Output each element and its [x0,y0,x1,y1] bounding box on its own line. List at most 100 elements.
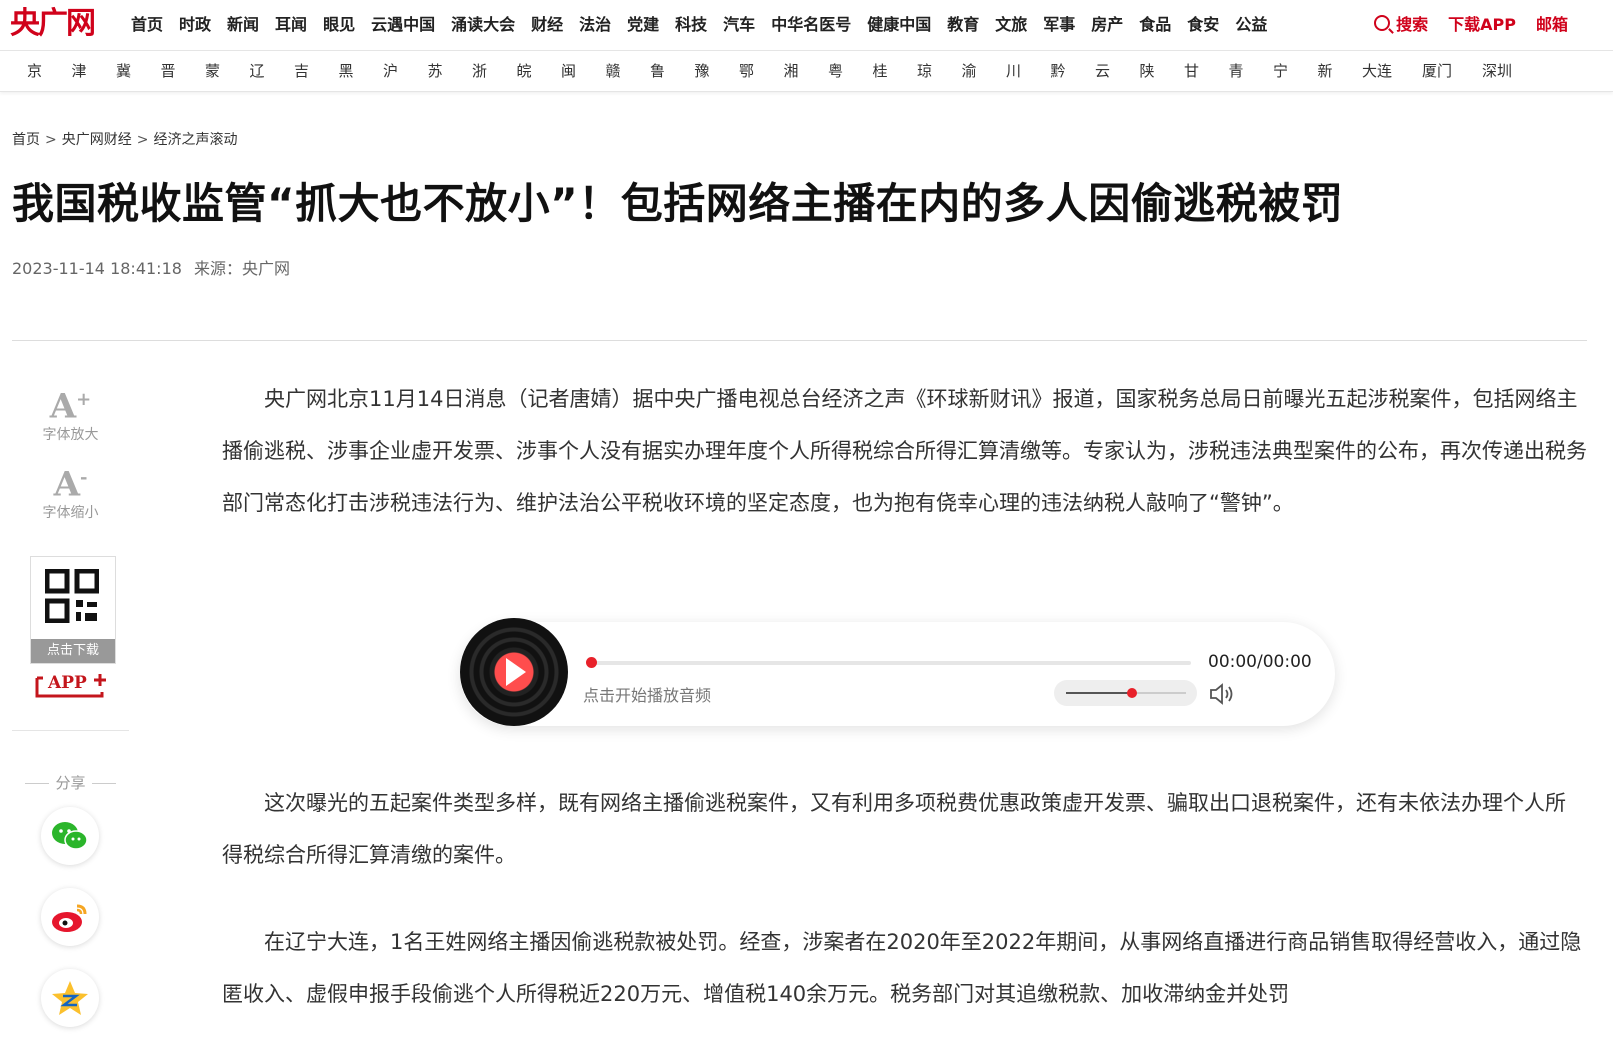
nav-item[interactable]: 首页 [131,14,163,36]
nav-item[interactable]: 公益 [1235,14,1267,36]
top-nav: 央广网 首页 时政 新闻 耳闻 眼见 云遇中国 涌读大会 财经 法治 党建 科技 汽车 中华名医号 健康中… [0,0,1613,50]
qzone-icon [52,981,88,1015]
breadcrumb: 首页 > 央广网财经 > 经济之声滚动 [12,129,237,149]
play-button[interactable] [460,618,568,726]
nav-item[interactable]: 时政 [179,14,211,36]
region-link[interactable]: 吉 [294,61,339,81]
region-link[interactable]: 黑 [339,61,384,81]
font-decrease-button[interactable]: A- 字体缩小 [12,458,129,522]
region-link[interactable]: 沪 [383,61,428,81]
font-decrease-icon: A- [53,464,88,505]
speaker-icon[interactable] [1208,682,1238,706]
region-link[interactable]: 黔 [1051,61,1096,81]
region-link[interactable]: 浙 [472,61,517,81]
nav-item[interactable]: 中华名医号 [771,14,851,36]
breadcrumb-home[interactable]: 首页 [12,132,40,148]
nav-item[interactable]: 耳闻 [275,14,307,36]
article-paragraph: 在辽宁大连，1名王姓网络主播因偷逃税款被处罚。经查，涉案者在2020年至2022… [222,930,1582,1006]
volume-handle[interactable] [1127,688,1137,698]
region-link[interactable]: 桂 [873,61,918,81]
region-link[interactable]: 冀 [116,61,161,81]
nav-item[interactable]: 房产 [1091,14,1123,36]
weibo-icon [52,904,87,932]
region-link[interactable]: 青 [1229,61,1274,81]
nav-item[interactable]: 科技 [675,14,707,36]
search-label: 搜索 [1396,15,1429,34]
nav-item[interactable]: 党建 [627,14,659,36]
nav-item[interactable]: 眼见 [323,14,355,36]
region-link[interactable]: 赣 [606,61,651,81]
qr-caption: 点击下载 [31,639,115,663]
play-icon [506,658,526,686]
nav-item[interactable]: 教育 [947,14,979,36]
audio-progress-handle[interactable] [586,657,597,668]
nav-item[interactable]: 汽车 [723,14,755,36]
nav-item[interactable]: 云遇中国 [371,14,435,36]
article-paragraph: 央广网北京11月14日消息（记者唐婧）据中央广播电视总台经济之声《环球新财讯》报… [222,387,1587,515]
region-link[interactable]: 粤 [828,61,873,81]
region-link[interactable]: 川 [1006,61,1051,81]
region-link[interactable]: 鲁 [650,61,695,81]
region-link[interactable]: 甘 [1184,61,1229,81]
title-divider [12,340,1587,341]
region-link[interactable]: 苏 [428,61,473,81]
region-link[interactable]: 陕 [1140,61,1185,81]
region-link[interactable]: 京 [27,61,72,81]
qr-code-icon [45,569,99,623]
share-label: 分享 [12,772,129,793]
share-weibo-button[interactable] [41,888,99,946]
app-badge[interactable]: APP [34,672,108,700]
mail-link[interactable]: 邮箱 [1536,14,1568,36]
download-app-link[interactable]: 下载APP [1448,14,1516,36]
region-link[interactable]: 晋 [161,61,206,81]
region-link[interactable]: 琼 [917,61,962,81]
breadcrumb-section[interactable]: 央广网财经 [62,132,132,148]
nav-item[interactable]: 涌读大会 [451,14,515,36]
font-increase-button[interactable]: A+ 字体放大 [12,380,129,444]
audio-progress-track[interactable] [588,661,1191,665]
nav-item[interactable]: 军事 [1043,14,1075,36]
font-increase-label: 字体放大 [42,427,99,444]
article-title: 我国税收监管“抓大也不放小”！包括网络主播在内的多人因偷逃税被罚 [12,179,1344,228]
search-link[interactable]: 搜索 [1374,14,1428,36]
wechat-icon [52,822,88,850]
region-link[interactable]: 新 [1318,61,1363,81]
site-logo[interactable]: 央广网 [10,6,96,42]
nav-item[interactable]: 新闻 [227,14,259,36]
region-link[interactable]: 云 [1095,61,1140,81]
nav-item[interactable]: 食安 [1187,14,1219,36]
nav-item[interactable]: 财经 [531,14,563,36]
breadcrumb-separator: > [136,132,149,148]
nav-right: 搜索 下载APP 邮箱 [1354,14,1568,36]
region-link[interactable]: 湘 [784,61,829,81]
region-link[interactable]: 深圳 [1482,61,1542,81]
region-link[interactable]: 皖 [517,61,562,81]
share-qzone-button[interactable] [41,969,99,1027]
region-link[interactable]: 豫 [695,61,740,81]
font-increase-icon: A+ [49,386,92,427]
article-paragraph: 这次曝光的五起案件类型多样，既有网络主播偷逃税案件，又有利用多项税费优惠政策虚开… [222,791,1566,867]
audio-time: 00:00/00:00 [1208,652,1312,672]
audio-player: 00:00/00:00 点击开始播放音频 [460,618,1335,726]
region-link[interactable]: 蒙 [205,61,250,81]
qr-download[interactable]: 点击下载 [30,556,116,664]
breadcrumb-sub[interactable]: 经济之声滚动 [153,132,237,148]
region-link[interactable]: 宁 [1273,61,1318,81]
main-nav: 首页 时政 新闻 耳闻 眼见 云遇中国 涌读大会 财经 法治 党建 科技 汽车 中华名医号 健康中国 教育文… [131,14,1283,36]
article-meta: 2023-11-14 18:41:18 来源：央广网 [12,255,302,279]
nav-item[interactable]: 健康中国 [867,14,931,36]
region-link[interactable]: 渝 [962,61,1007,81]
nav-item[interactable]: 文旅 [995,14,1027,36]
audio-hint: 点击开始播放音频 [583,686,712,705]
share-wechat-button[interactable] [41,807,99,865]
nav-item[interactable]: 食品 [1139,14,1171,36]
nav-item[interactable]: 法治 [579,14,611,36]
region-link[interactable]: 辽 [250,61,295,81]
region-link[interactable]: 津 [72,61,117,81]
region-link[interactable]: 鄂 [739,61,784,81]
region-link[interactable]: 闽 [561,61,606,81]
region-link[interactable]: 大连 [1362,61,1422,81]
volume-slider[interactable] [1054,680,1197,706]
region-links: 京津冀晋蒙辽吉黑沪苏浙皖闽赣鲁豫鄂湘粤桂琼渝川黔云陕甘青宁新大连 厦门 深圳 [27,61,1542,81]
region-link[interactable]: 厦门 [1422,61,1482,81]
